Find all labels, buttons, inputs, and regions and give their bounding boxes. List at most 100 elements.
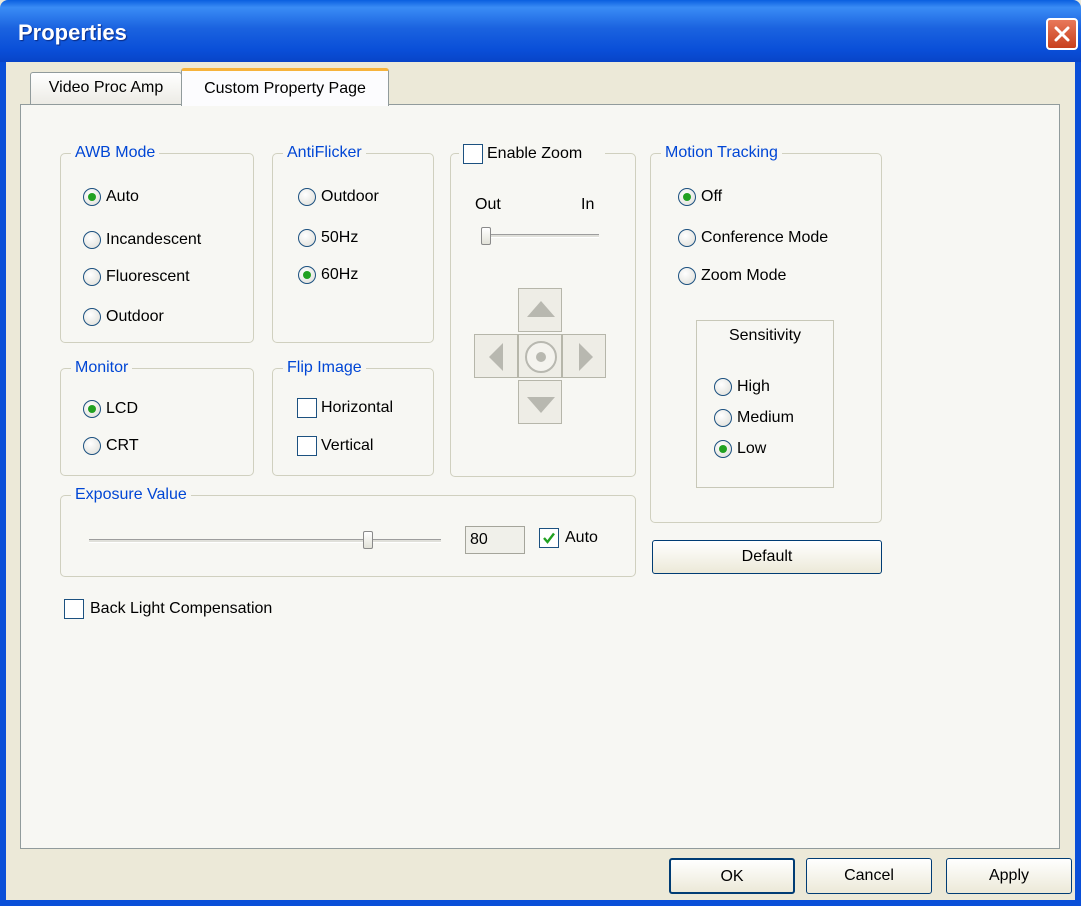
exposure-auto-checkbox[interactable]: Auto: [539, 528, 629, 552]
radio-button-icon: [298, 266, 316, 284]
exposure-legend: Exposure Value: [71, 486, 191, 504]
zoom-slider-track[interactable]: [481, 234, 599, 238]
ok-button[interactable]: OK: [669, 858, 795, 894]
zoom-out-label: Out: [475, 196, 501, 213]
radio-button-icon: [298, 188, 316, 206]
motion-option-label: Off: [701, 188, 723, 205]
motion-radio-off[interactable]: Off: [678, 186, 868, 212]
motion-radio-conference-mode[interactable]: Conference Mode: [678, 227, 878, 253]
enable-zoom-label: Enable Zoom: [487, 145, 583, 162]
monitor-option-label: LCD: [106, 400, 139, 417]
tilt-down-button[interactable]: [518, 380, 562, 424]
awb-radio-auto[interactable]: Auto: [83, 186, 243, 212]
checkmark-icon: [543, 532, 555, 544]
radio-button-icon: [83, 231, 101, 249]
motion-tracking-group: Motion Tracking Off Conference Mode Zoom…: [650, 144, 882, 523]
center-target-icon: [525, 341, 557, 373]
default-button[interactable]: Default: [652, 540, 882, 574]
awb-radio-incandescent[interactable]: Incandescent: [83, 229, 243, 255]
awb-radio-outdoor[interactable]: Outdoor: [83, 306, 243, 332]
monitor-group: Monitor LCD CRT: [60, 359, 254, 476]
checkbox-icon: [297, 398, 317, 418]
apply-button-label: Apply: [988, 867, 1030, 884]
zoom-slider-thumb[interactable]: [481, 227, 491, 245]
flip-horizontal-checkbox[interactable]: Horizontal: [297, 398, 427, 422]
tab-custom-property-page[interactable]: Custom Property Page: [181, 68, 389, 106]
radio-button-icon: [83, 268, 101, 286]
flip-vertical-checkbox[interactable]: Vertical: [297, 436, 427, 460]
tilt-up-button[interactable]: [518, 288, 562, 332]
antiflicker-radio-50hz[interactable]: 50Hz: [298, 227, 428, 253]
radio-button-icon: [83, 188, 101, 206]
checkbox-icon: [539, 528, 559, 548]
backlight-compensation-label: Back Light Compensation: [90, 600, 273, 617]
apply-button[interactable]: Apply: [946, 858, 1072, 894]
antiflicker-radio-60hz[interactable]: 60Hz: [298, 264, 428, 290]
awb-option-label: Auto: [106, 188, 139, 205]
exposure-slider-track[interactable]: [89, 539, 441, 543]
arrow-down-icon: [527, 397, 555, 413]
antiflicker-option-label: 60Hz: [321, 266, 359, 283]
exposure-slider-thumb[interactable]: [362, 531, 373, 549]
radio-button-icon: [298, 229, 316, 247]
awb-option-label: Outdoor: [106, 308, 164, 325]
tab-video-proc-amp[interactable]: Video Proc Amp: [30, 72, 182, 104]
arrow-left-icon: [489, 343, 503, 371]
motion-radio-zoom-mode[interactable]: Zoom Mode: [678, 265, 868, 291]
awb-mode-legend: AWB Mode: [71, 144, 160, 162]
motion-option-label: Zoom Mode: [701, 267, 787, 284]
title-bar[interactable]: [0, 0, 1081, 62]
close-button[interactable]: [1046, 18, 1078, 50]
zoom-in-label: In: [581, 196, 595, 213]
antiflicker-option-label: 50Hz: [321, 229, 359, 246]
arrow-up-icon: [527, 301, 555, 317]
checkbox-icon: [463, 144, 483, 164]
monitor-radio-crt[interactable]: CRT: [83, 435, 233, 461]
pan-right-button[interactable]: [562, 334, 606, 378]
sensitivity-option-label: Medium: [737, 409, 794, 426]
motion-option-label: Conference Mode: [701, 229, 829, 246]
window-title: Properties: [18, 20, 127, 45]
antiflicker-group: AntiFlicker Outdoor 50Hz 60Hz: [272, 144, 434, 343]
flip-vertical-label: Vertical: [321, 437, 374, 454]
awb-radio-fluorescent[interactable]: Fluorescent: [83, 266, 243, 292]
antiflicker-radio-outdoor[interactable]: Outdoor: [298, 186, 428, 212]
radio-button-icon: [714, 378, 732, 396]
enable-zoom-checkbox[interactable]: Enable Zoom: [459, 144, 605, 166]
arrow-right-icon: [579, 343, 593, 371]
sensitivity-legend: Sensitivity: [728, 327, 802, 344]
sensitivity-group: Sensitivity High Medium Low: [696, 320, 834, 488]
sensitivity-radio-medium[interactable]: Medium: [714, 407, 824, 433]
window-frame-bottom: [0, 900, 1081, 906]
monitor-radio-lcd[interactable]: LCD: [83, 398, 233, 424]
flip-image-legend: Flip Image: [283, 359, 366, 377]
exposure-value-field[interactable]: 80: [465, 526, 525, 554]
backlight-compensation-checkbox[interactable]: Back Light Compensation: [64, 599, 324, 623]
sensitivity-radio-high[interactable]: High: [714, 376, 824, 402]
checkbox-icon: [64, 599, 84, 619]
pan-left-button[interactable]: [474, 334, 518, 378]
radio-button-icon: [678, 229, 696, 247]
sensitivity-radio-low[interactable]: Low: [714, 438, 824, 464]
radio-button-icon: [83, 437, 101, 455]
checkbox-icon: [297, 436, 317, 456]
awb-option-label: Incandescent: [106, 231, 202, 248]
antiflicker-legend: AntiFlicker: [283, 144, 366, 162]
sensitivity-option-label: Low: [737, 440, 767, 457]
radio-button-icon: [83, 400, 101, 418]
cancel-button[interactable]: Cancel: [806, 858, 932, 894]
awb-option-label: Fluorescent: [106, 268, 190, 285]
window-frame-left: [0, 62, 6, 906]
pan-center-button[interactable]: [518, 334, 562, 378]
cancel-button-label: Cancel: [844, 867, 894, 884]
radio-button-icon: [678, 267, 696, 285]
monitor-option-label: CRT: [106, 437, 139, 454]
radio-button-icon: [714, 440, 732, 458]
monitor-legend: Monitor: [71, 359, 133, 377]
sensitivity-option-label: High: [737, 378, 770, 395]
awb-mode-group: AWB Mode Auto Incandescent Fluorescent O…: [60, 144, 254, 343]
flip-image-group: Flip Image Horizontal Vertical: [272, 359, 434, 476]
default-button-label: Default: [741, 548, 793, 565]
exposure-auto-label: Auto: [565, 529, 598, 546]
radio-button-icon: [714, 409, 732, 427]
